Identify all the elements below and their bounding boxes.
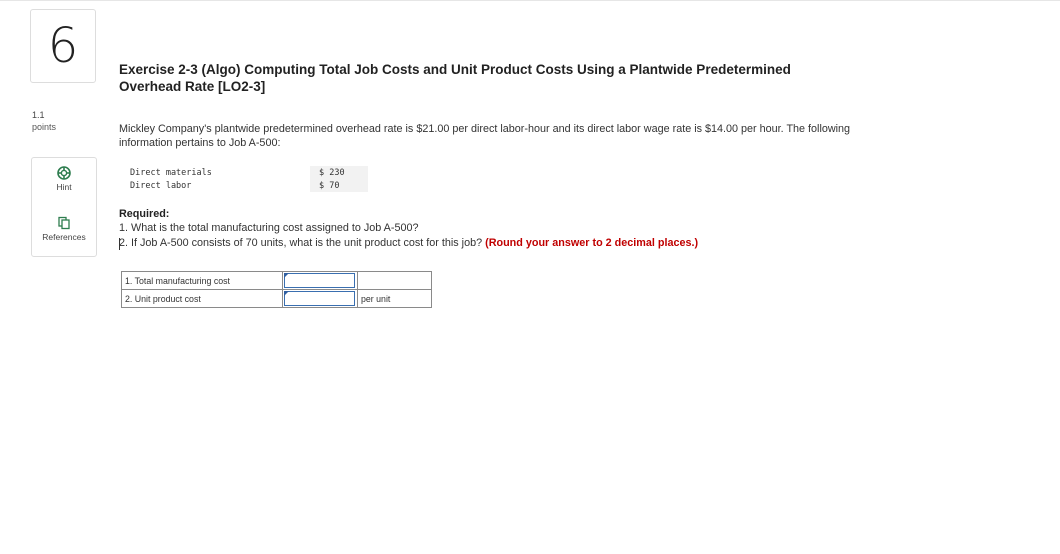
table-row: 1. Total manufacturing cost [121, 271, 432, 290]
hint-button[interactable]: Hint [32, 166, 96, 192]
question-tools: Hint References [31, 157, 97, 257]
job-data-table: Direct materials $ 230 Direct labor $ 70 [119, 166, 368, 192]
answer-unit: per unit [357, 289, 432, 308]
required-item-1: 1. What is the total manufacturing cost … [119, 222, 419, 234]
exercise-title: Exercise 2-3 (Algo) Computing Total Job … [119, 62, 791, 94]
unit-product-cost-input[interactable] [284, 291, 355, 306]
table-row: 2. Unit product cost per unit [121, 289, 432, 308]
answer-table: 1. Total manufacturing cost 2. Unit prod… [121, 271, 432, 308]
answer-flag-icon [284, 273, 289, 278]
answer-flag-icon [284, 291, 289, 296]
table-row: Direct labor $ 70 [119, 179, 368, 192]
answer-label: 2. Unit product cost [121, 289, 283, 308]
points-value: 1.1 [32, 110, 45, 120]
required-heading: Required: [119, 208, 170, 220]
rounding-note: (Round your answer to 2 decimal places.) [485, 237, 699, 249]
answer-cell [282, 271, 358, 290]
hint-label: Hint [56, 182, 72, 192]
exercise-intro: Mickley Company's plantwide predetermine… [119, 123, 851, 149]
answer-label: 1. Total manufacturing cost [121, 271, 283, 290]
job-data-amount: $ 70 [310, 179, 368, 192]
table-row: Direct materials $ 230 [119, 166, 368, 179]
references-label: References [42, 232, 86, 242]
question-number: 6 [30, 9, 96, 83]
answer-unit [357, 271, 432, 290]
question-frame: 6 1.1 points Hint References Exercise 2-… [0, 0, 1060, 554]
text-cursor [119, 238, 120, 250]
job-data-amount: $ 230 [310, 166, 368, 179]
required-item-2: 2. If Job A-500 consists of 70 units, wh… [119, 237, 698, 249]
lifebuoy-icon [32, 166, 96, 180]
references-button[interactable]: References [32, 216, 96, 242]
total-manufacturing-cost-input[interactable] [284, 273, 355, 288]
job-data-label: Direct materials [130, 167, 212, 178]
top-divider [0, 0, 1060, 1]
required-item-2-text: 2. If Job A-500 consists of 70 units, wh… [119, 237, 483, 249]
answer-cell [282, 289, 358, 308]
job-data-label: Direct labor [130, 180, 192, 191]
copy-documents-icon [32, 216, 96, 230]
points-label: points [32, 122, 57, 132]
